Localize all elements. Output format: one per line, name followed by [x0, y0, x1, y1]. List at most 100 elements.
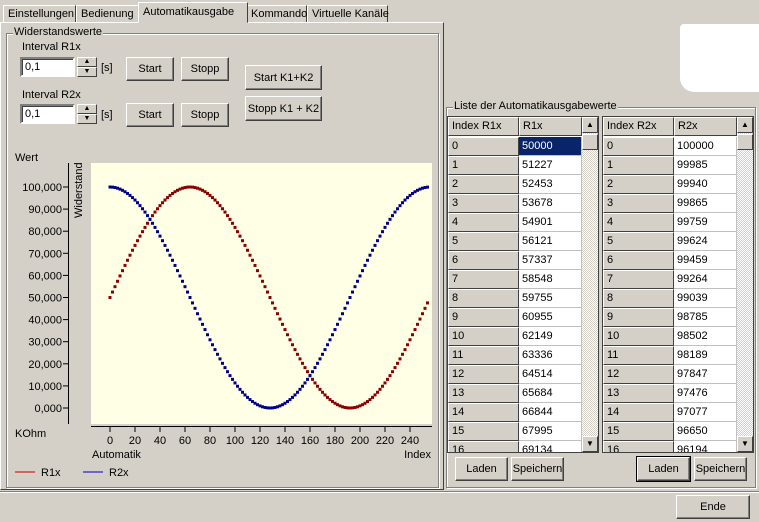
row-value[interactable]: 57337 [519, 251, 582, 270]
row-index: 12 [603, 365, 674, 384]
table-row[interactable]: 12 97847 [603, 365, 737, 384]
end-button[interactable]: Ende [676, 495, 750, 519]
row-value[interactable]: 53678 [519, 194, 582, 213]
table-row[interactable]: 15 67995 [448, 422, 582, 441]
table-row[interactable]: 0 50000 [448, 137, 582, 156]
row-index: 2 [603, 175, 674, 194]
row-value[interactable]: 65684 [519, 384, 582, 403]
data-point [156, 207, 159, 211]
row-value[interactable]: 66844 [519, 403, 582, 422]
row-value[interactable]: 50000 [519, 137, 582, 156]
data-point [218, 357, 222, 361]
data-point [398, 357, 402, 361]
data-point [336, 322, 339, 326]
x-tick-label: 20 [129, 435, 141, 447]
table-row[interactable]: 12 64514 [448, 365, 582, 384]
table-row[interactable]: 8 99039 [603, 289, 737, 308]
table-row[interactable]: 2 52453 [448, 175, 582, 194]
data-point [313, 366, 317, 370]
data-point [416, 322, 419, 326]
save-r2-button[interactable]: Speichern [694, 457, 747, 481]
row-value[interactable]: 67995 [519, 422, 582, 441]
table-row[interactable]: 14 66844 [448, 403, 582, 422]
row-value[interactable]: 51227 [519, 156, 582, 175]
row-value[interactable]: 99759 [674, 213, 737, 232]
row-value[interactable]: 97847 [674, 365, 737, 384]
table-row[interactable]: 7 99264 [603, 270, 737, 289]
row-value[interactable]: 99985 [674, 156, 737, 175]
row-value[interactable]: 99264 [674, 270, 737, 289]
table-row[interactable]: 5 99624 [603, 232, 737, 251]
scrollbar[interactable]: ▲ ▼ [582, 117, 598, 452]
row-value[interactable]: 100000 [674, 137, 737, 156]
table-row[interactable]: 1 51227 [448, 156, 582, 175]
table-row[interactable]: 16 96194 [603, 441, 737, 452]
table-row[interactable]: 2 99940 [603, 175, 737, 194]
table-row[interactable]: 10 62149 [448, 327, 582, 346]
table-r1x[interactable]: Index R1x R1x 0 50000 1 51227 2 52453 3 53678 4 549… [447, 116, 599, 453]
row-index: 14 [603, 403, 674, 422]
row-value[interactable]: 64514 [519, 365, 582, 384]
row-value[interactable]: 52453 [519, 175, 582, 194]
row-value[interactable]: 99865 [674, 194, 737, 213]
row-value[interactable]: 98502 [674, 327, 737, 346]
scroll-up-icon[interactable]: ▲ [737, 117, 753, 133]
table-row[interactable]: 11 63336 [448, 346, 582, 365]
table-r2x[interactable]: Index R2x R2x 0 100000 1 99985 2 99940 3 99865 4 99… [602, 116, 754, 453]
table-row[interactable]: 16 69134 [448, 441, 582, 452]
data-point [413, 328, 417, 332]
row-index: 15 [603, 422, 674, 441]
scrollbar[interactable]: ▲ ▼ [737, 117, 753, 452]
table-row[interactable]: 9 60955 [448, 308, 582, 327]
row-value[interactable]: 99624 [674, 232, 737, 251]
row-value[interactable]: 56121 [519, 232, 582, 251]
row-value[interactable]: 63336 [519, 346, 582, 365]
table-row[interactable]: 7 58548 [448, 270, 582, 289]
row-value[interactable]: 54901 [519, 213, 582, 232]
row-value[interactable]: 60955 [519, 308, 582, 327]
table-row[interactable]: 9 98785 [603, 308, 737, 327]
table-row[interactable]: 4 54901 [448, 213, 582, 232]
table-row[interactable]: 1 99985 [603, 156, 737, 175]
row-value[interactable]: 98785 [674, 308, 737, 327]
data-point [191, 301, 194, 305]
row-value[interactable]: 59755 [519, 289, 582, 308]
table-row[interactable]: 13 97476 [603, 384, 737, 403]
table-row[interactable]: 3 53678 [448, 194, 582, 213]
row-value[interactable]: 99039 [674, 289, 737, 308]
table-row[interactable]: 4 99759 [603, 213, 737, 232]
row-value[interactable]: 97476 [674, 384, 737, 403]
table-row[interactable]: 6 57337 [448, 251, 582, 270]
table-row[interactable]: 5 56121 [448, 232, 582, 251]
row-value[interactable]: 99459 [674, 251, 737, 270]
row-value[interactable]: 96650 [674, 422, 737, 441]
table-row[interactable]: 15 96650 [603, 422, 737, 441]
row-value[interactable]: 99940 [674, 175, 737, 194]
tab-automatikausgabe[interactable]: Automatikausgabe [138, 2, 248, 23]
data-point [318, 357, 322, 361]
scroll-down-icon[interactable]: ▼ [737, 436, 753, 452]
scroll-thumb[interactable] [582, 134, 598, 150]
scroll-down-icon[interactable]: ▼ [582, 436, 598, 452]
row-value[interactable]: 69134 [519, 441, 582, 452]
row-value[interactable]: 58548 [519, 270, 582, 289]
row-value[interactable]: 62149 [519, 327, 582, 346]
table-row[interactable]: 3 99865 [603, 194, 737, 213]
table-row[interactable]: 14 97077 [603, 403, 737, 422]
row-value[interactable]: 97077 [674, 403, 737, 422]
load-r1-button[interactable]: Laden [455, 457, 508, 481]
table-row[interactable]: 6 99459 [603, 251, 737, 270]
data-point [403, 348, 407, 352]
table-row[interactable]: 13 65684 [448, 384, 582, 403]
table-row[interactable]: 0 100000 [603, 137, 737, 156]
table-row[interactable]: 11 98189 [603, 346, 737, 365]
row-value[interactable]: 96194 [674, 441, 737, 452]
row-value[interactable]: 98189 [674, 346, 737, 365]
row-index: 3 [603, 194, 674, 213]
scroll-up-icon[interactable]: ▲ [582, 117, 598, 133]
table-row[interactable]: 8 59755 [448, 289, 582, 308]
save-r1-button[interactable]: Speichern [511, 457, 564, 481]
scroll-thumb[interactable] [737, 134, 753, 150]
table-row[interactable]: 10 98502 [603, 327, 737, 346]
load-r2-button[interactable]: Laden [636, 456, 691, 482]
